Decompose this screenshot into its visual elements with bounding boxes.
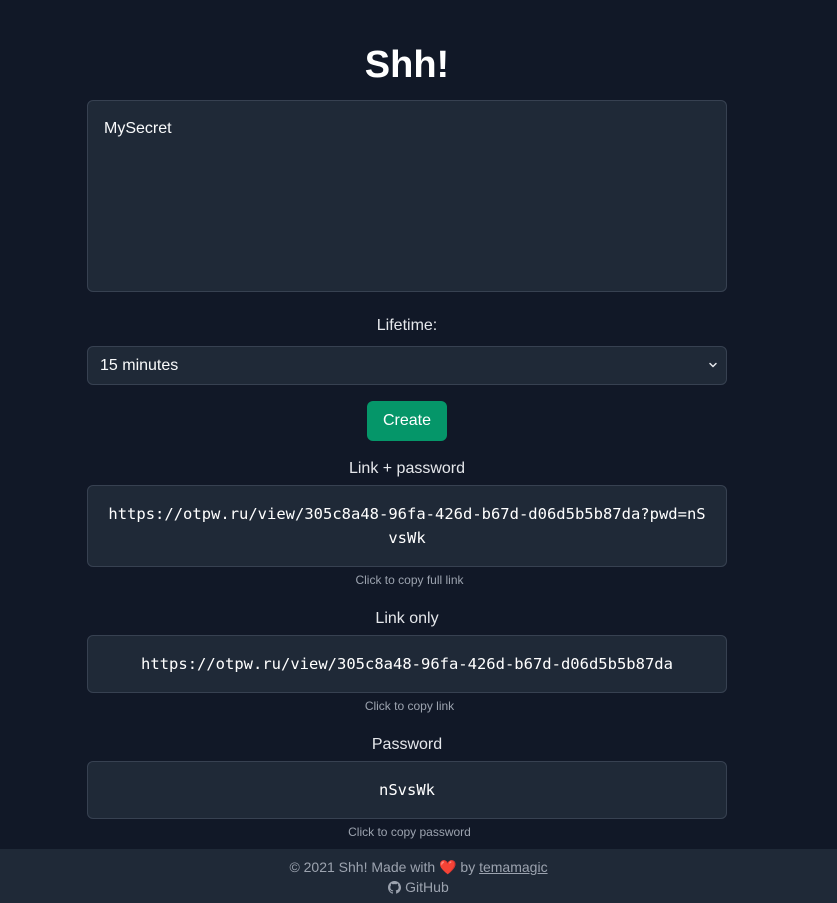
chevron-down-icon [709,362,717,368]
lifetime-select[interactable]: 15 minutes [87,346,727,385]
footer: © 2021 Shh! Made with ❤️ by temamagic Gi… [0,849,837,903]
github-icon [388,881,402,894]
link-only-heading: Link only [375,610,439,627]
heart-icon: ❤️ [439,859,457,875]
page-title: Shh! [364,44,450,86]
footer-by: by [460,859,476,875]
password-heading: Password [371,736,443,753]
full-link-copy-box[interactable]: https://otpw.ru/view/305c8a48-96fa-426d-… [87,485,727,567]
github-label: GitHub [405,879,449,895]
footer-copyright: © 2021 Shh! Made with [289,859,436,875]
link-only-copy-box[interactable]: https://otpw.ru/view/305c8a48-96fa-426d-… [87,635,727,693]
secret-input[interactable] [87,100,727,292]
link-only-hint: Click to copy link [364,699,455,713]
lifetime-label: Lifetime: [376,317,438,334]
full-link-heading: Link + password [348,460,466,477]
create-button[interactable]: Create [367,401,447,441]
password-hint: Click to copy password [348,825,471,839]
footer-credits: © 2021 Shh! Made with ❤️ by temamagic [0,858,837,876]
page: Shh! Lifetime: 15 minutes Create Link + … [0,0,837,903]
github-link[interactable]: GitHub [0,878,837,896]
author-link[interactable]: temamagic [479,859,547,875]
lifetime-selected-value: 15 minutes [100,357,179,374]
full-link-hint: Click to copy full link [355,573,464,587]
password-copy-box[interactable]: nSvsWk [87,761,727,819]
